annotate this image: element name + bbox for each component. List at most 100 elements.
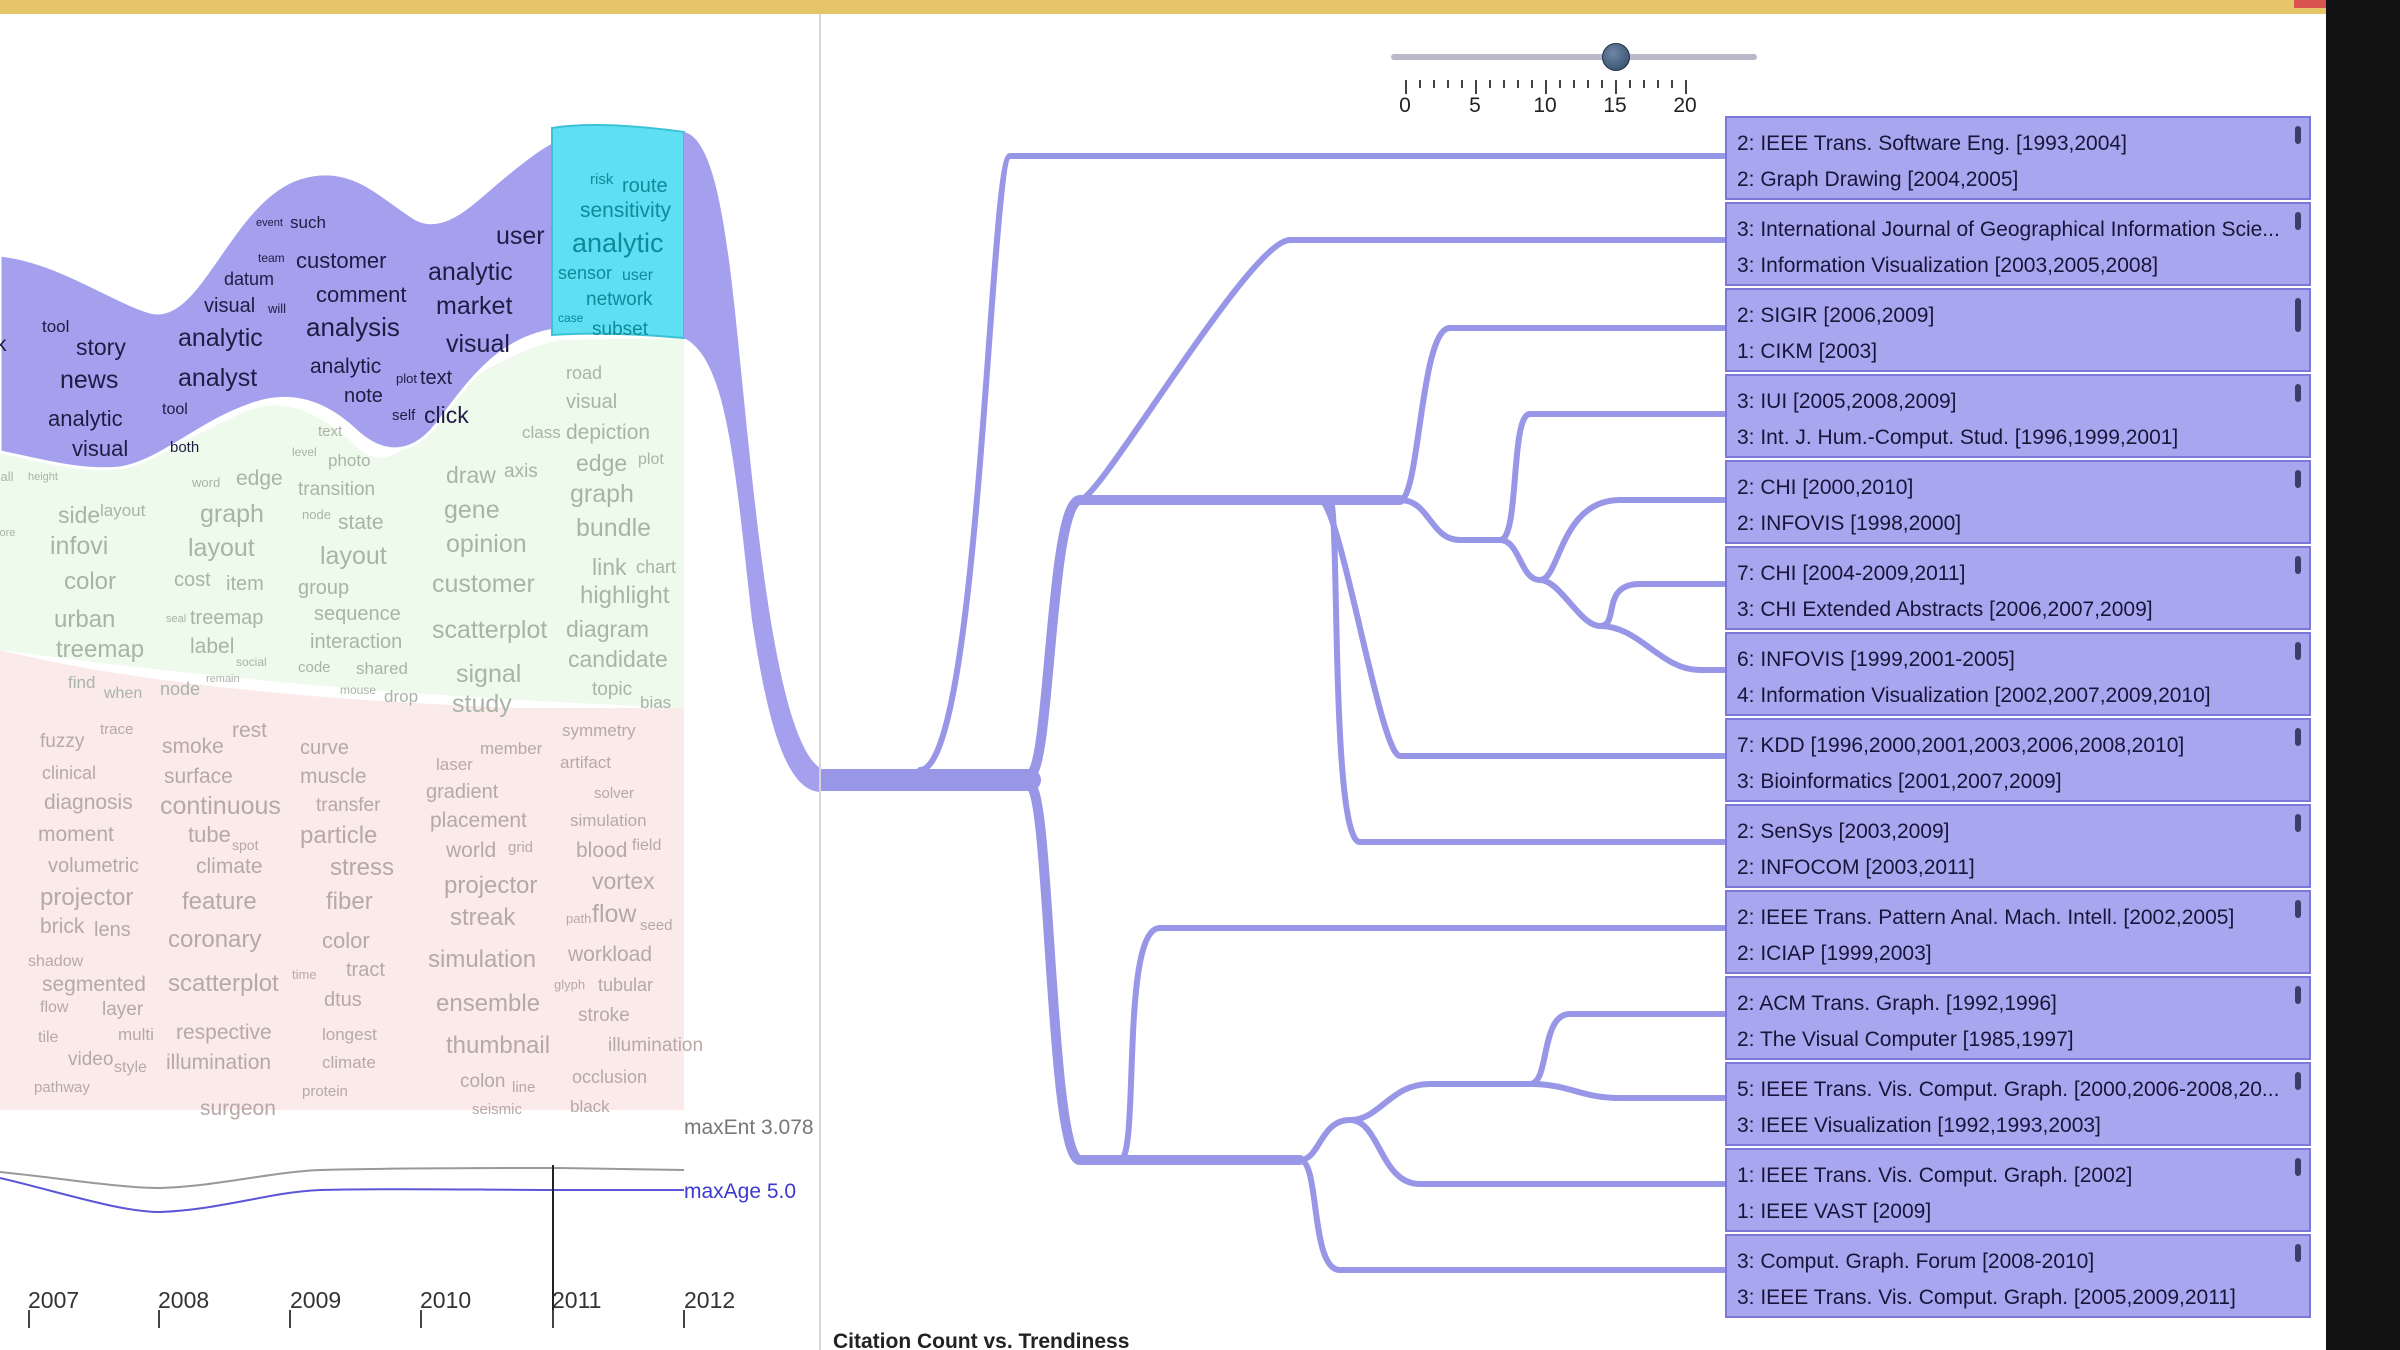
topic-word[interactable]: color <box>64 570 116 594</box>
topic-word[interactable]: note <box>344 386 383 406</box>
topic-word[interactable]: study <box>452 692 512 717</box>
topic-word[interactable]: layout <box>188 536 255 561</box>
topic-word[interactable]: placement <box>430 810 527 831</box>
tree-edge[interactable] <box>1537 497 1727 583</box>
topic-word[interactable]: black <box>570 1098 610 1115</box>
topic-word[interactable]: route <box>622 176 668 196</box>
topic-word[interactable]: tool <box>162 402 188 418</box>
topic-word[interactable]: moment <box>38 824 114 845</box>
venue-scrollbar[interactable] <box>2295 642 2301 660</box>
topic-word[interactable]: rest <box>232 720 267 741</box>
topic-word[interactable]: simulation <box>570 812 647 829</box>
topic-word[interactable]: subset <box>592 320 648 339</box>
slider-thumb[interactable] <box>1602 43 1630 71</box>
venue-scrollbar[interactable] <box>2295 556 2301 574</box>
topic-word[interactable]: analysis <box>306 314 400 340</box>
topic-word[interactable]: group <box>298 578 349 598</box>
topic-word[interactable]: streak <box>450 906 515 930</box>
topic-word[interactable]: fuzzy <box>40 732 84 751</box>
year-label[interactable]: 2012 <box>684 1287 735 1314</box>
topic-word[interactable]: text <box>318 424 342 439</box>
topic-word[interactable]: volumetric <box>48 856 139 876</box>
topic-word[interactable]: workload <box>568 944 652 965</box>
topic-word[interactable]: axis <box>504 462 538 481</box>
topic-word[interactable]: tool <box>42 318 69 335</box>
tree-edge[interactable] <box>1347 1081 1533 1123</box>
topic-word[interactable]: visual <box>204 296 255 316</box>
venue-scrollbar[interactable] <box>2295 126 2301 144</box>
venue-cluster-box[interactable]: 5: IEEE Trans. Vis. Comput. Graph. [2000… <box>1725 1062 2311 1146</box>
venue-scrollbar[interactable] <box>2295 470 2301 488</box>
topic-word[interactable]: candidate <box>568 648 668 671</box>
venue-cluster-box[interactable]: 2: ACM Trans. Graph. [1992,1996] 2: The … <box>1725 976 2311 1060</box>
slider-track[interactable] <box>1391 54 1757 60</box>
topic-word[interactable]: infovi <box>50 534 108 559</box>
topic-word[interactable]: climate <box>322 1054 376 1071</box>
topic-word[interactable]: risk <box>590 172 613 187</box>
topic-word[interactable]: edge <box>236 468 283 489</box>
topic-word[interactable]: side <box>58 504 100 527</box>
venue-scrollbar[interactable] <box>2295 1244 2301 1262</box>
venue-scrollbar[interactable] <box>2295 1072 2301 1090</box>
topic-word[interactable]: curve <box>300 738 349 758</box>
tree-edge[interactable] <box>1597 581 1727 629</box>
topic-word[interactable]: multi <box>118 1026 154 1043</box>
topic-word[interactable]: diagnosis <box>44 792 133 813</box>
venue-cluster-box[interactable]: 7: CHI [2004-2009,2011] 3: CHI Extended … <box>1725 546 2311 630</box>
topic-word[interactable]: drop <box>384 688 418 705</box>
topic-word[interactable]: event <box>256 218 283 229</box>
topic-word[interactable]: ensemble <box>436 992 540 1016</box>
tree-edge[interactable] <box>1347 1117 1727 1187</box>
tree-edge[interactable] <box>917 153 1727 773</box>
tree-edge[interactable] <box>1025 781 1305 1165</box>
topic-word[interactable]: grid <box>508 840 533 855</box>
topic-word[interactable]: glyph <box>554 978 585 991</box>
topic-word[interactable]: line <box>512 1080 535 1095</box>
tree-edge[interactable] <box>1527 1011 1727 1087</box>
topic-word[interactable]: sensor <box>558 264 612 282</box>
topic-word[interactable]: smoke <box>162 736 224 757</box>
year-label[interactable]: 2010 <box>420 1287 471 1314</box>
topic-word[interactable]: plot <box>396 372 417 385</box>
topic-word[interactable]: longest <box>322 1026 377 1043</box>
topic-word[interactable]: find <box>68 674 95 691</box>
topic-word[interactable]: graph <box>570 482 634 507</box>
topic-word[interactable]: level <box>292 446 317 458</box>
topic-word[interactable]: style <box>114 1060 147 1076</box>
topic-word[interactable]: customer <box>296 250 386 272</box>
topic-word[interactable]: seismic <box>472 1102 522 1117</box>
topic-word[interactable]: social <box>236 656 267 668</box>
topic-word[interactable]: text <box>420 368 452 388</box>
venue-cluster-box[interactable]: 1: IEEE Trans. Vis. Comput. Graph. [2002… <box>1725 1148 2311 1232</box>
topic-word[interactable]: climate <box>196 856 263 877</box>
year-label[interactable]: 2009 <box>290 1287 341 1314</box>
topic-word[interactable]: shadow <box>28 954 83 970</box>
topic-word[interactable]: k <box>0 334 7 355</box>
venue-cluster-box[interactable]: 7: KDD [1996,2000,2001,2003,2006,2008,20… <box>1725 718 2311 802</box>
topic-word[interactable]: gradient <box>426 782 498 802</box>
topic-word[interactable]: market <box>436 294 512 319</box>
venue-cluster-box[interactable]: 2: SenSys [2003,2009] 2: INFOCOM [2003,2… <box>1725 804 2311 888</box>
topic-word[interactable]: bundle <box>576 516 651 541</box>
topic-word[interactable]: word <box>192 476 220 489</box>
topic-word[interactable]: opinion <box>446 532 527 557</box>
venue-scrollbar[interactable] <box>2295 384 2301 402</box>
topic-word[interactable]: clinical <box>42 764 96 782</box>
topic-word[interactable]: laser <box>436 756 473 773</box>
topic-word[interactable]: pathway <box>34 1080 90 1095</box>
tree-edge[interactable] <box>1317 497 1727 759</box>
topic-word[interactable]: analyst <box>178 366 257 391</box>
topic-word[interactable]: path <box>566 912 591 925</box>
topic-word[interactable]: case <box>558 312 583 324</box>
topic-word[interactable]: graph <box>200 502 264 527</box>
topic-word[interactable]: tube <box>188 824 231 846</box>
topic-word[interactable]: sequence <box>314 604 401 624</box>
topic-word[interactable]: fiber <box>326 890 373 914</box>
topic-word[interactable]: analytic <box>310 356 381 377</box>
topic-word[interactable]: news <box>60 368 118 393</box>
topic-word[interactable]: flow <box>592 902 636 927</box>
topic-word[interactable]: mouse <box>340 684 376 696</box>
topic-word[interactable]: illumination <box>166 1052 271 1073</box>
topic-word[interactable]: layout <box>100 502 145 519</box>
topic-word[interactable]: urban <box>54 608 115 632</box>
